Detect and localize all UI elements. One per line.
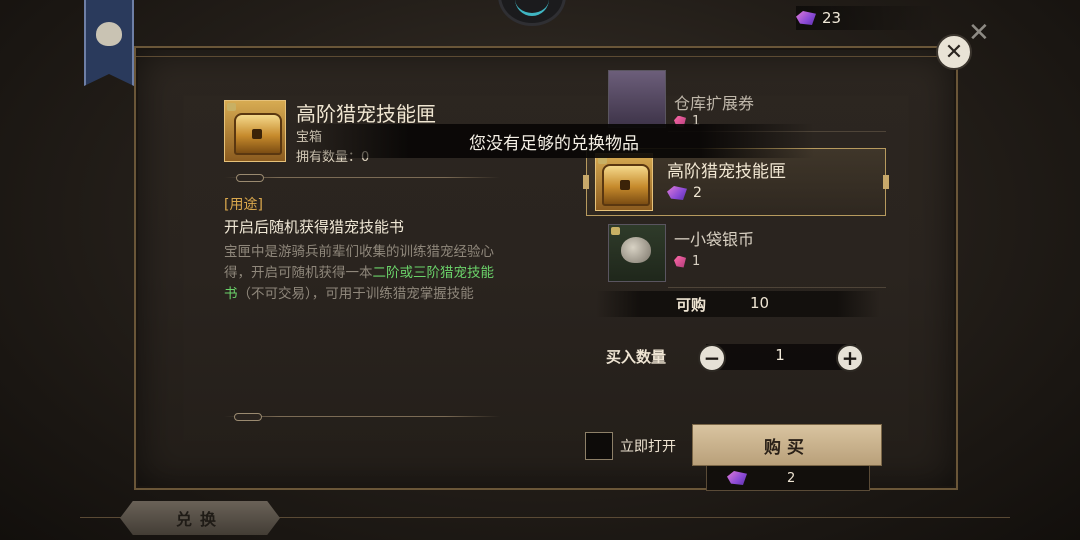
shop-item-skill-chest[interactable]: 高阶猎宠技能匣 2 [583,148,889,216]
open-now-checkbox[interactable] [585,432,613,460]
shop-item-cost: 2 [667,185,702,201]
shop-item-cost: 1 [674,254,700,269]
purple-gem-icon [727,471,747,485]
cost-value: 2 [693,185,702,201]
money-bag-icon [96,22,122,46]
divider-ornament-bottom [234,413,262,421]
item-title: 高阶猎宠技能匣 [296,102,436,126]
tab-exchange[interactable]: 兑换 [120,501,280,535]
desc-text-2: （不可交易），可用于训练猎宠掌握技能 [237,286,474,302]
shop-item-name: 仓库扩展券 [674,94,755,113]
game-screen: 23 ✕ ✕ 高阶猎宠技能匣 宝箱 拥有数量：0 [用途] 开启后随机获得猎宠技… [0,0,1080,540]
shop-item-name: 一小袋银币 [674,230,755,249]
purchasable-label: 可购 [676,296,707,314]
item-thumb-silver [608,224,666,282]
shop-item-silver-bag[interactable]: 一小袋银币 1 [608,220,886,288]
lock-icon [611,227,620,235]
warehouse-ticket-icon [608,70,666,128]
dial-arc-icon [515,0,549,16]
top-center-dial[interactable] [498,0,566,26]
purple-gem-icon [667,186,687,200]
buy-button[interactable]: 购买 [692,424,882,466]
purchasable-value: 10 [750,294,770,312]
divider-top [224,177,500,178]
close-button[interactable]: ✕ [936,34,972,70]
cost-value: 1 [692,254,701,269]
currency-display: 23 [796,6,936,30]
shop-item-name: 高阶猎宠技能匣 [667,162,786,182]
divider-bottom [224,416,500,417]
increase-button[interactable]: + [836,344,864,372]
toast-message: 您没有足够的兑换物品 [294,124,814,158]
open-now-label: 立即打开 [620,439,676,455]
quantity-label: 买入数量 [606,348,667,366]
purple-gem-icon [796,11,816,25]
decrease-button[interactable]: − [698,344,726,372]
panel-top-line [136,56,956,57]
lock-icon [227,103,236,111]
treasure-chest-icon [602,164,650,206]
quantity-value[interactable]: 1 [770,346,790,364]
row-divider [668,287,886,288]
usage-headline: 开启后随机获得猎宠技能书 [224,218,405,236]
price-value: 2 [787,470,796,486]
red-gem-icon [674,255,686,268]
usage-description: 宝匣中是游骑兵前辈们收集的训练猎宠经验心得，开启可随机获得一本二阶或三阶猎宠技能… [224,242,500,305]
selection-marker-left [583,175,589,189]
purchasable-bar [596,291,880,317]
selection-marker-right [883,175,889,189]
usage-label: [用途] [224,197,263,213]
currency-value: 23 [822,9,842,27]
background-close-icon: ✕ [968,18,990,48]
treasure-chest-icon [234,113,282,155]
item-thumb-chest [595,153,653,211]
guild-banner[interactable] [84,0,134,86]
divider-ornament [236,174,264,182]
item-icon-treasure-chest [224,100,286,162]
price-strip: 2 [706,466,870,491]
shop-item-warehouse[interactable]: 仓库扩展券 1 [608,70,886,132]
silver-bag-icon [621,237,651,263]
